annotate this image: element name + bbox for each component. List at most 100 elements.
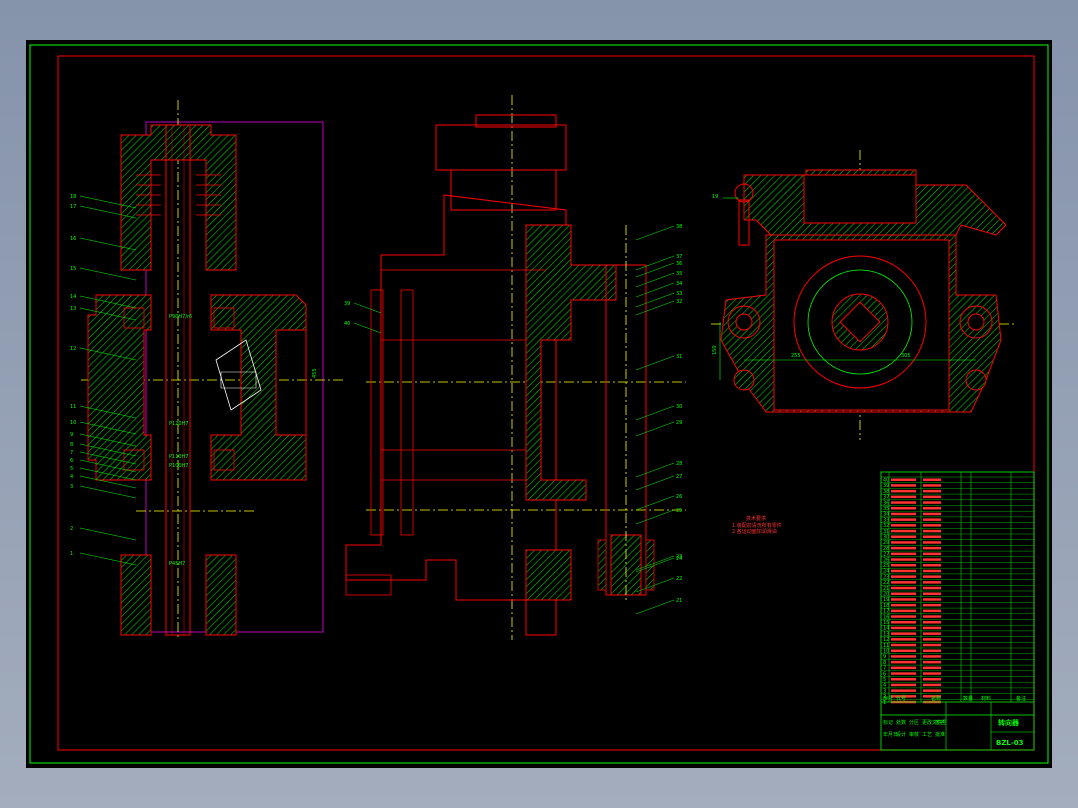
fit-label: P100H7 (169, 463, 189, 469)
title-block-label: 设计 (896, 731, 906, 738)
bom-name-cell (923, 558, 941, 561)
bom-name-cell (923, 518, 941, 521)
leader-line (635, 462, 675, 478)
bom-code-cell (891, 575, 916, 578)
balloon-label: 28 (676, 461, 682, 467)
bom-name-cell (923, 512, 941, 516)
dimension-height: 150 (712, 345, 718, 355)
bom-code-cell (891, 672, 916, 675)
bom-name-cell (923, 489, 941, 493)
balloon-label: 1 (70, 551, 73, 557)
bom-code-cell (891, 489, 916, 493)
bom-name-cell (923, 655, 941, 658)
bom-name-cell (923, 678, 941, 681)
fit-label: P120H7 (169, 421, 189, 427)
bom-name-cell (923, 507, 941, 510)
cad-viewport[interactable]: P90H7/r6 P120H7 P110H7 P100H7 P45H7 455 … (26, 40, 1052, 768)
leader-line (635, 300, 675, 316)
title-block-label: 审核 (909, 731, 919, 738)
bom-code-cell (891, 535, 916, 538)
bom-code-cell (891, 621, 916, 624)
bom-code-cell (891, 586, 916, 590)
leader-line (79, 527, 137, 541)
bom-column-header: 代号 (896, 695, 906, 702)
title-block-label: 标记 (883, 719, 893, 726)
leader-line (635, 475, 675, 491)
bom-name-cell (923, 546, 941, 550)
balloon-label: 5 (70, 466, 73, 472)
bom-code-cell (891, 615, 916, 618)
bom-name-cell (923, 529, 941, 533)
dimension-right: 305 (901, 353, 911, 359)
balloon-label: 35 (676, 271, 682, 277)
balloon-label: 38 (676, 224, 682, 230)
bom-code-cell (891, 666, 916, 670)
bom-code-cell (891, 518, 916, 521)
dimension-left-vertical: 455 (312, 368, 318, 378)
bom-name-cell (923, 660, 941, 664)
balloon-label: 29 (676, 420, 682, 426)
balloon-label: 27 (676, 474, 682, 480)
bom-name-cell (923, 569, 941, 573)
balloon-label: 6 (70, 458, 73, 464)
bom-code-cell (891, 512, 916, 516)
balloon-label: 21 (676, 598, 682, 604)
bom-name-cell (923, 478, 941, 481)
bom-code-cell (891, 564, 916, 567)
fit-label: P45H7 (169, 561, 185, 567)
bom-column-header: 数量 (963, 695, 973, 702)
bom-name-cell (923, 586, 941, 590)
bom-name-cell (923, 592, 941, 595)
bom-name-cell (923, 643, 941, 647)
drawing-number: BZL-03 (996, 739, 1024, 747)
leader-line (79, 485, 137, 499)
bom-code-cell (891, 598, 916, 601)
balloon-19: 19 (712, 194, 718, 200)
bom-column-header: 材料 (981, 695, 991, 702)
leader-line (635, 495, 675, 511)
bom-name-cell (923, 495, 941, 499)
bom-code-cell (891, 524, 916, 527)
balloon-label: 22 (676, 576, 682, 582)
balloon-label: 23 (676, 554, 682, 560)
balloon-label: 16 (70, 236, 76, 242)
bom-name-cell (923, 541, 941, 544)
balloon-label: 34 (676, 281, 682, 287)
middle-right-balloon-group: 383736353433323130292827262524232221 (635, 224, 682, 615)
bom-code-cell (891, 478, 916, 481)
bom-column-header: 备注 (1016, 695, 1026, 702)
bom-code-cell (891, 678, 916, 681)
balloon-label: 8 (70, 442, 73, 448)
leader-line (635, 225, 675, 241)
balloon-label: 7 (70, 450, 73, 456)
bom-code-cell (891, 649, 916, 652)
bom-name-cell (923, 638, 941, 641)
balloon-label: 32 (676, 299, 682, 305)
dimension-left: 255 (791, 353, 801, 359)
balloon-label: 39 (344, 301, 350, 307)
bom-name-cell (923, 535, 941, 538)
bom-code-cell (891, 501, 916, 504)
bom-name-cell (923, 621, 941, 624)
bom-name-cell (923, 609, 941, 613)
balloon-label: 26 (676, 494, 682, 500)
bom-code-cell (891, 484, 916, 487)
leader-line (635, 509, 675, 525)
bom-name-cell (923, 484, 941, 487)
balloon-label: 3 (70, 484, 73, 490)
bom-name-cell (923, 632, 941, 635)
bom-code-cell (891, 655, 916, 658)
bom-code-cell (891, 546, 916, 550)
bom-name-cell (923, 615, 941, 618)
balloon-label: 11 (70, 404, 76, 410)
balloon-label: 37 (676, 254, 682, 260)
bom-code-cell (891, 660, 916, 664)
bom-name-cell (923, 575, 941, 578)
balloon-label: 36 (676, 261, 682, 267)
technical-notes: 技术要求 1.装配前清洗所有零件 2.各运动面加润滑油 (732, 515, 782, 535)
bom-name-cell (923, 581, 941, 584)
leader-line (635, 555, 675, 571)
bom-code-cell (891, 581, 916, 584)
assembly-drawing: P90H7/r6 P120H7 P110H7 P100H7 P45H7 455 … (29, 44, 1049, 764)
balloon-label: 15 (70, 266, 76, 272)
